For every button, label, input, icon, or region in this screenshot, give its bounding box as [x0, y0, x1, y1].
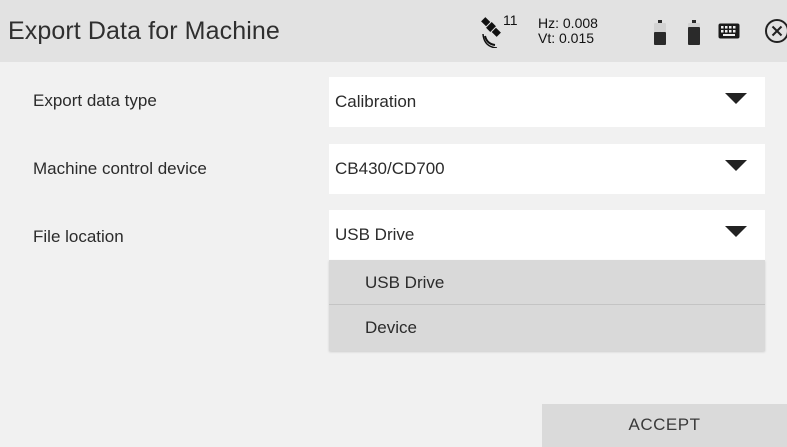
header-bar: Export Data for Machine 11 Hz: 0.008 Vt:…	[0, 0, 787, 62]
chevron-down-icon	[725, 226, 747, 237]
device-select[interactable]: CB430/CD700	[329, 144, 765, 194]
battery-icon[interactable]	[654, 20, 666, 45]
location-value: USB Drive	[335, 225, 415, 244]
close-icon[interactable]	[764, 18, 787, 44]
satellite-count: 11	[503, 12, 518, 28]
export-type-label: Export data type	[33, 91, 157, 110]
location-label: File location	[33, 227, 124, 246]
device-label: Machine control device	[33, 159, 207, 178]
accept-button[interactable]: ACCEPT	[542, 404, 787, 447]
precision-hz: Hz: 0.008	[538, 15, 598, 31]
export-type-select[interactable]: Calibration	[329, 77, 765, 127]
precision-readout: Hz: 0.008 Vt: 0.015	[538, 16, 598, 46]
device-value: CB430/CD700	[335, 159, 445, 178]
chevron-down-icon	[725, 93, 747, 104]
page-title: Export Data for Machine	[8, 17, 280, 45]
keyboard-icon[interactable]	[718, 23, 740, 39]
dropdown-option-usb-drive[interactable]: USB Drive	[329, 260, 765, 304]
dropdown-option-device[interactable]: Device	[329, 304, 765, 348]
export-type-value: Calibration	[335, 92, 417, 111]
chevron-down-icon	[725, 160, 747, 171]
export-data-dialog: Export Data for Machine 11 Hz: 0.008 Vt:…	[0, 0, 787, 447]
location-select[interactable]: USB Drive	[329, 210, 765, 260]
location-dropdown: USB Drive Device	[329, 260, 765, 351]
battery-icon[interactable]	[688, 20, 700, 45]
precision-vt: Vt: 0.015	[538, 30, 595, 46]
